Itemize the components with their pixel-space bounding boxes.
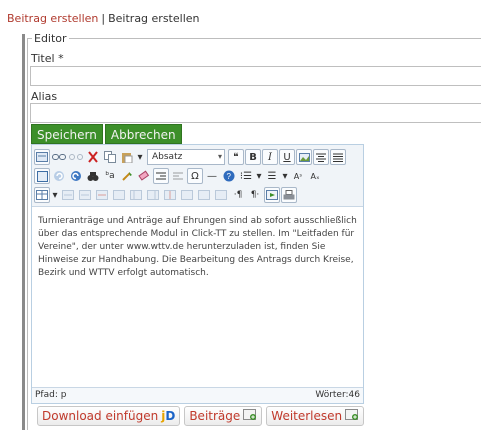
format-select[interactable]: Absatz ▾ [147, 149, 225, 165]
table-col-after-icon[interactable] [145, 187, 161, 203]
help-icon[interactable]: ? [221, 168, 237, 184]
title-label: Titel * [31, 52, 64, 65]
paste-dropdown-icon[interactable]: ▾ [136, 149, 144, 165]
remove-format-icon[interactable] [136, 168, 152, 184]
jdownloads-logo-icon: jD [161, 409, 176, 423]
insert-table-icon[interactable] [34, 187, 50, 203]
breadcrumb-separator: | [101, 12, 106, 25]
alias-label: Alias [31, 90, 58, 103]
toolbar-row-3: ▾ ·¶ ¶· [34, 186, 297, 204]
articles-label: Beiträge [189, 409, 241, 423]
table-delete-row-icon[interactable] [94, 187, 110, 203]
link-icon[interactable] [51, 149, 67, 165]
blockquote-icon[interactable]: ❝ [228, 149, 244, 165]
svg-text:?: ? [227, 172, 232, 181]
cleanup-icon[interactable] [119, 168, 135, 184]
table-dropdown-icon[interactable]: ▾ [51, 187, 59, 203]
left-bar [22, 34, 25, 430]
rich-text-editor: ▾ Absatz ▾ ❝ B I U ᵇa Ω — ? ⁝☰ ▾ ☰ ▾ Aˢ … [31, 144, 364, 404]
underline-icon[interactable]: U [279, 149, 295, 165]
cancel-button[interactable]: Abbrechen [104, 124, 182, 144]
editor-legend: Editor [32, 32, 69, 45]
breadcrumb-link[interactable]: Beitrag erstellen [7, 12, 98, 25]
download-insert-button[interactable]: Download einfügen jD [37, 406, 181, 426]
horizontal-rule-icon[interactable]: — [204, 168, 220, 184]
articles-button[interactable]: Beiträge [184, 406, 263, 426]
element-path: Pfad: p [35, 390, 67, 400]
italic-icon[interactable]: I [262, 149, 278, 165]
word-count: Wörter:46 [315, 390, 360, 400]
non-breaking-space-icon[interactable]: ·¶ [230, 187, 246, 203]
find-icon[interactable] [85, 168, 101, 184]
table-row-before-icon[interactable] [60, 187, 76, 203]
superscript-icon[interactable]: Aˢ [290, 168, 306, 184]
special-char-icon[interactable]: Ω [187, 168, 203, 184]
readmore-label: Weiterlesen [271, 409, 343, 423]
unlink-icon[interactable] [68, 149, 84, 165]
cut-icon[interactable] [85, 149, 101, 165]
table-split-cells-icon[interactable] [179, 187, 195, 203]
breadcrumb: Beitrag erstellen | Beitrag erstellen [7, 12, 200, 25]
table-row-after-icon[interactable] [77, 187, 93, 203]
align-center-icon[interactable] [313, 149, 329, 165]
editor-content[interactable]: Turnieranträge und Anträge auf Ehrungen … [38, 215, 358, 280]
readmore-button[interactable]: Weiterlesen [266, 406, 365, 426]
editor-toolbar: ▾ Absatz ▾ ❝ B I U ᵇa Ω — ? ⁝☰ ▾ ☰ ▾ Aˢ … [32, 145, 363, 207]
add-document-icon [243, 408, 257, 424]
replace-icon[interactable]: ᵇa [102, 168, 118, 184]
unordered-list-dropdown-icon[interactable]: ▾ [281, 168, 289, 184]
toggle-editor-icon[interactable] [34, 149, 50, 165]
align-justify-icon[interactable] [330, 149, 346, 165]
table-merge-cells-icon[interactable] [196, 187, 212, 203]
add-document-icon [345, 408, 359, 424]
editor-extra-buttons: Download einfügen jD Beiträge Weiterlese… [37, 406, 365, 426]
breadcrumb-current: Beitrag erstellen [108, 12, 200, 25]
copy-icon[interactable] [102, 149, 118, 165]
insert-image-icon[interactable] [296, 149, 312, 165]
paste-icon[interactable] [119, 149, 135, 165]
insert-media-icon[interactable] [264, 187, 280, 203]
toolbar-row-2: ᵇa Ω — ? ⁝☰ ▾ ☰ ▾ Aˢ Aₓ [34, 167, 323, 185]
ordered-list-icon[interactable]: ⁝☰ [238, 168, 254, 184]
toolbar-row-1: ▾ Absatz ▾ ❝ B I U [34, 148, 346, 166]
unordered-list-icon[interactable]: ☰ [264, 168, 280, 184]
table-row-props-icon[interactable] [111, 187, 127, 203]
redo-icon[interactable] [68, 168, 84, 184]
undo-icon[interactable] [51, 168, 67, 184]
table-delete-col-icon[interactable] [162, 187, 178, 203]
print-icon[interactable] [281, 187, 297, 203]
table-col-before-icon[interactable] [128, 187, 144, 203]
download-insert-label: Download einfügen [42, 409, 159, 423]
show-blocks-icon[interactable]: ¶· [247, 187, 263, 203]
alias-input[interactable] [30, 103, 481, 123]
fullscreen-icon[interactable] [34, 168, 50, 184]
bold-icon[interactable]: B [245, 149, 261, 165]
subscript-icon[interactable]: Aₓ [307, 168, 323, 184]
save-button[interactable]: Speichern [31, 124, 103, 144]
outdent-icon[interactable] [170, 168, 186, 184]
indent-icon[interactable] [153, 168, 169, 184]
title-input[interactable] [30, 66, 481, 86]
form-actions: Speichern Abbrechen [31, 124, 182, 144]
table-cell-props-icon[interactable] [213, 187, 229, 203]
ordered-list-dropdown-icon[interactable]: ▾ [255, 168, 263, 184]
editor-statusbar: Pfad: p Wörter:46 [32, 387, 363, 403]
